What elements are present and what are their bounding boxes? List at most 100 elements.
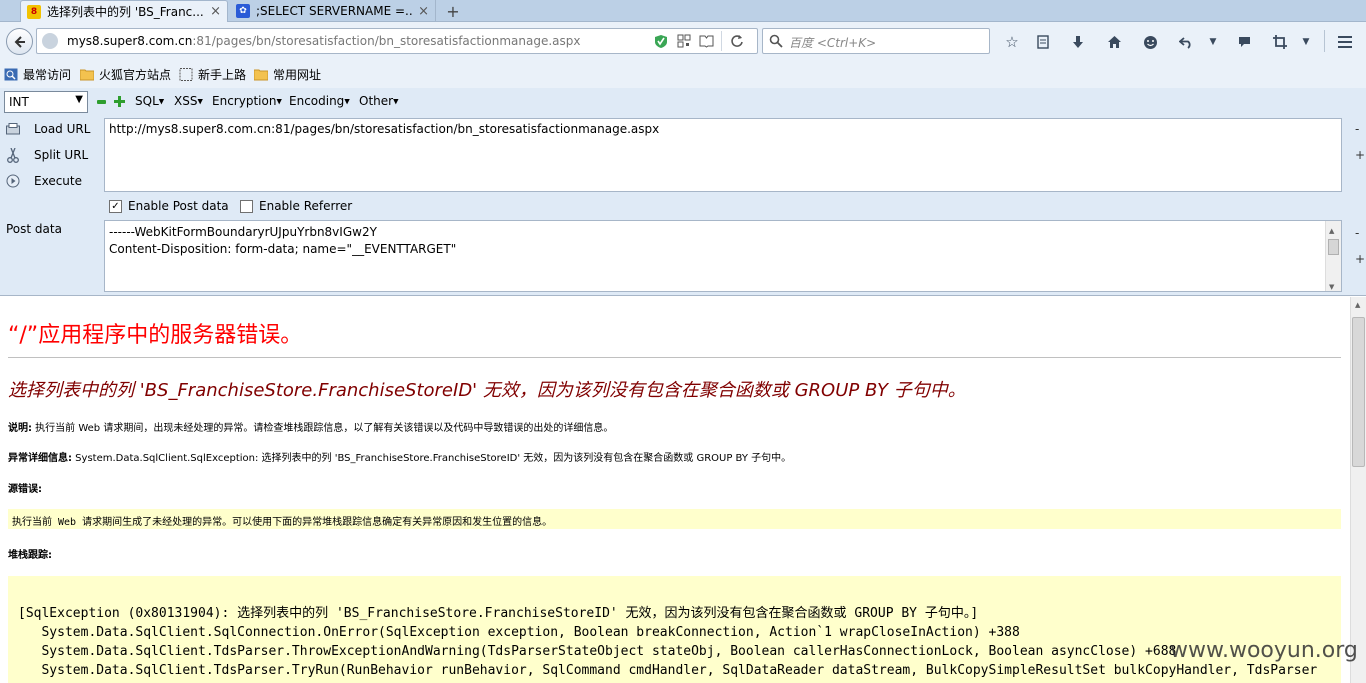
stack-trace-label: 堆栈跟踪:	[8, 546, 52, 561]
site-identity-icon[interactable]	[42, 33, 58, 49]
split-url-button[interactable]: Split URL	[6, 147, 88, 163]
menu-icon[interactable]	[1335, 32, 1355, 52]
menu-other[interactable]: Other▼	[359, 94, 398, 108]
description-text: 执行当前 Web 请求期间，出现未经处理的异常。请检查堆栈跟踪信息，以了解有关该…	[32, 423, 614, 434]
download-icon[interactable]	[1068, 32, 1088, 52]
chevron-down-icon[interactable]: ▼	[1296, 32, 1316, 52]
scroll-up-icon[interactable]: ▲	[1355, 301, 1360, 309]
page-title: “/”应用程序中的服务器错误。	[8, 323, 303, 348]
most-visited-icon	[4, 68, 18, 81]
enable-post-label: Enable Post data	[128, 199, 229, 213]
scroll-up-icon[interactable]: ▲	[1329, 223, 1334, 240]
chevron-down-icon: ▼	[344, 97, 350, 106]
reload-icon[interactable]	[730, 34, 744, 48]
close-tab-icon[interactable]: ×	[210, 4, 221, 19]
post-data-textarea[interactable]: ------WebKitFormBoundaryrUJpuYrbn8vIGw2Y…	[104, 220, 1342, 292]
menu-sql[interactable]: SQL▼	[135, 94, 164, 108]
shield-icon[interactable]	[654, 34, 668, 49]
scroll-thumb[interactable]	[1352, 317, 1365, 467]
type-select[interactable]: INT ▼	[4, 91, 88, 113]
page-icon	[179, 68, 193, 81]
bookmark-star-icon[interactable]: ☆	[1002, 32, 1022, 52]
chevron-down-icon[interactable]: ▼	[1203, 32, 1223, 52]
bookmark-label: 常用网址	[273, 68, 322, 82]
shrink-post-area-button[interactable]: -	[1355, 226, 1359, 240]
bookmarks-list-icon[interactable]	[1033, 32, 1053, 52]
increase-icon[interactable]	[114, 96, 125, 107]
bookmark-most-visited[interactable]: 最常访问	[4, 66, 71, 83]
tab-title: 选择列表中的列 'BS_Franc...	[47, 5, 204, 19]
grow-post-area-button[interactable]: +	[1355, 252, 1365, 266]
menu-label: Encryption	[212, 94, 277, 108]
enable-referrer-checkbox[interactable]: Enable Referrer	[240, 199, 352, 213]
site-favicon-icon: 8	[27, 4, 41, 19]
load-url-button[interactable]: Load URL	[6, 122, 90, 136]
stack-trace-line: System.Data.SqlClient.TdsParser.ThrowExc…	[18, 644, 1177, 659]
new-tab-button[interactable]: +	[440, 0, 466, 22]
checkmark-icon: ✓	[109, 199, 122, 213]
enable-referrer-label: Enable Referrer	[259, 199, 353, 213]
address-text: mys8.super8.com.cn:81/pages/bn/storesati…	[67, 34, 581, 48]
crop-icon[interactable]	[1270, 32, 1290, 52]
grow-url-area-button[interactable]: +	[1355, 148, 1365, 162]
execute-button[interactable]: Execute	[6, 174, 82, 188]
address-path: :81/pages/bn/storesatisfaction/bn_stores…	[192, 34, 581, 48]
chevron-down-icon: ▼	[393, 97, 399, 106]
search-bar[interactable]: 百度 <Ctrl+K>	[762, 28, 990, 54]
scroll-down-icon[interactable]: ▼	[1329, 279, 1334, 296]
close-tab-icon[interactable]: ×	[418, 4, 429, 19]
exception-label: 异常详细信息:	[8, 453, 72, 464]
enable-post-checkbox[interactable]: ✓ Enable Post data	[109, 199, 229, 213]
chevron-down-icon: ▼	[75, 94, 83, 105]
menu-label: XSS	[174, 94, 198, 108]
address-host: mys8.super8.com.cn	[67, 34, 193, 48]
scroll-thumb[interactable]	[1328, 239, 1339, 255]
reader-view-icon[interactable]	[699, 34, 714, 48]
smiley-icon[interactable]	[1140, 32, 1160, 52]
stack-trace-line: System.Data.SqlClient.TdsParser.TryRun(R…	[18, 663, 1318, 678]
undo-icon[interactable]	[1176, 32, 1196, 52]
chevron-down-icon: ▼	[276, 97, 282, 106]
address-bar[interactable]: mys8.super8.com.cn:81/pages/bn/storesati…	[36, 28, 758, 54]
tab-baidu-search[interactable]: ✿ ;SELECT SERVERNAME =... ×	[230, 0, 436, 22]
menu-xss[interactable]: XSS▼	[174, 94, 203, 108]
bookmark-label: 火狐官方站点	[99, 68, 172, 82]
baidu-paw-icon: ✿	[236, 4, 250, 18]
post-data-line: ------WebKitFormBoundaryrUJpuYrbn8vIGw2Y	[109, 225, 377, 239]
url-textarea[interactable]: http://mys8.super8.com.cn:81/pages/bn/st…	[104, 118, 1342, 192]
tab-strip: 8 选择列表中的列 'BS_Franc... × ✿ ;SELECT SERVE…	[0, 0, 1366, 22]
divider	[8, 357, 1341, 358]
source-error-box: 执行当前 Web 请求期间生成了未经处理的异常。可以使用下面的异常堆栈跟踪信息确…	[8, 509, 1341, 529]
tab-error-page[interactable]: 8 选择列表中的列 'BS_Franc... ×	[20, 0, 228, 22]
bookmark-getting-started[interactable]: 新手上路	[179, 66, 246, 83]
home-icon[interactable]	[1104, 32, 1124, 52]
decrease-icon[interactable]	[97, 100, 106, 104]
description-label: 说明:	[8, 423, 32, 434]
page-content: “/”应用程序中的服务器错误。 选择列表中的列 'BS_FranchiseSto…	[0, 297, 1350, 683]
bookmark-firefox-site[interactable]: 火狐官方站点	[80, 66, 171, 83]
post-data-label: Post data	[6, 222, 62, 236]
qr-code-icon[interactable]	[677, 34, 691, 48]
menu-encryption[interactable]: Encryption▼	[212, 94, 282, 108]
bookmark-common-sites[interactable]: 常用网址	[254, 66, 321, 83]
shrink-url-area-button[interactable]: -	[1355, 122, 1359, 136]
chevron-down-icon: ▼	[197, 97, 203, 106]
back-button[interactable]	[6, 28, 33, 55]
load-url-icon	[6, 122, 20, 136]
checkbox-box	[240, 199, 253, 213]
menu-encoding[interactable]: Encoding▼	[289, 94, 350, 108]
chat-icon[interactable]	[1234, 32, 1254, 52]
page-scrollbar[interactable]: ▲	[1350, 297, 1366, 683]
load-url-label: Load URL	[34, 122, 91, 136]
menu-label: SQL	[135, 94, 159, 108]
stack-trace-box: [SqlException (0x80131904): 选择列表中的列 'BS_…	[8, 576, 1341, 683]
type-select-value: INT	[9, 95, 29, 109]
search-placeholder: 百度 <Ctrl+K>	[789, 36, 877, 50]
error-heading: 选择列表中的列 'BS_FranchiseStore.FranchiseStor…	[8, 380, 966, 401]
search-icon	[769, 34, 783, 48]
hackbar-panel: INT ▼ SQL▼ XSS▼ Encryption▼ Encoding▼ Ot…	[0, 88, 1366, 296]
error-description: 说明: 执行当前 Web 请求期间，出现未经处理的异常。请检查堆栈跟踪信息，以了…	[8, 419, 613, 434]
stack-trace-line: System.Data.SqlClient.SqlConnection.OnEr…	[18, 625, 1020, 640]
post-data-scrollbar[interactable]: ▲ ▼	[1325, 221, 1341, 291]
menu-label: Other	[359, 94, 394, 108]
